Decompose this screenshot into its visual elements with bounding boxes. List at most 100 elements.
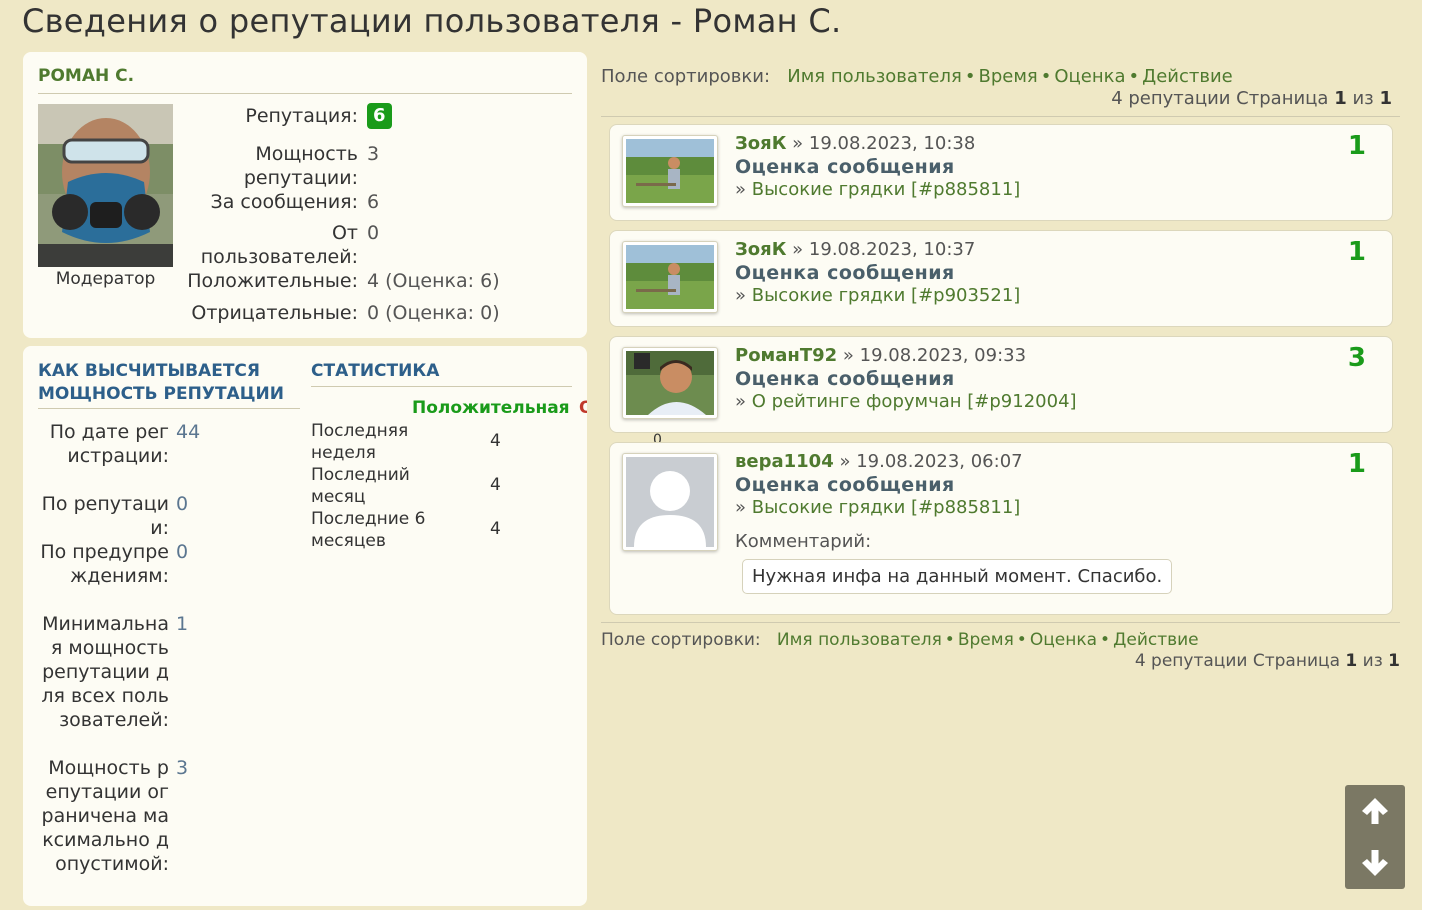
entry-topic-title: О рейтинге форумчан	[751, 391, 962, 412]
sort-separator: •	[1016, 630, 1027, 650]
scroll-down-button[interactable]	[1345, 837, 1405, 889]
entry-topic-title: Высокие грядки	[751, 179, 906, 200]
entry-topic-link[interactable]: Высокие грядки [#p885811]	[752, 497, 1021, 518]
profile-row-value: 0 (Оценка: 0)	[367, 302, 500, 324]
divider	[601, 622, 1400, 623]
topic-arrow: »	[735, 179, 747, 200]
comment-label: Комментарий:	[735, 531, 872, 552]
sort-label: Поле сортировки:	[601, 66, 771, 87]
scroll-up-button[interactable]	[1345, 785, 1405, 837]
entry-score: 3	[1347, 343, 1366, 373]
divider	[601, 116, 1400, 117]
reputation-entry: ЗояК » 19.08.2023, 10:38 Оценка сообщени…	[609, 124, 1393, 221]
entry-score: 1	[1347, 131, 1366, 161]
entry-score: 1	[1347, 237, 1366, 267]
sort-by-username[interactable]: Имя пользователя	[787, 66, 962, 87]
pager-count: 4 репутации Страница	[1111, 88, 1329, 109]
sort-separator: •	[1040, 66, 1052, 87]
entry-meta: ЗояК » 19.08.2023, 10:38	[735, 133, 975, 154]
entry-type: Оценка сообщения	[735, 156, 955, 178]
profile-username[interactable]: РОМАН С.	[38, 66, 134, 86]
stats-table-clip: Положительная Отрицательная	[23, 346, 587, 906]
stats-col-positive: Положительная	[412, 398, 570, 418]
stats-row-value: 4	[490, 475, 501, 495]
entry-post-id: [#p885811]	[911, 179, 1021, 200]
entry-topic-link[interactable]: Высокие грядки [#p903521]	[752, 285, 1021, 306]
profile-row-value: 3	[367, 143, 380, 165]
profile-row-label: Отрицательные:	[191, 302, 358, 324]
default-avatar-icon	[626, 457, 714, 547]
stats-row-value: 4	[490, 431, 501, 451]
field-photo-image	[626, 245, 714, 309]
entry-user-link[interactable]: ЗояК	[735, 133, 786, 154]
pager-total: 1	[1379, 88, 1392, 109]
entry-avatar[interactable]	[622, 135, 718, 207]
entry-user-link[interactable]: ЗояК	[735, 239, 786, 260]
topic-arrow: »	[735, 391, 747, 412]
entry-type: Оценка сообщения	[735, 368, 955, 390]
entry-topic-title: Высокие грядки	[751, 497, 906, 518]
sort-separator: •	[944, 630, 955, 650]
entry-date: 19.08.2023, 09:33	[859, 345, 1027, 366]
entry-arrow: »	[792, 133, 804, 154]
stats-row-label: Последние 6 месяцев	[311, 509, 426, 551]
reputation-details-panel: КАК ВЫСЧИТЫВАЕТСЯ МОЩНОСТЬ РЕПУТАЦИИ По …	[23, 346, 662, 906]
entry-post-id: [#p903521]	[911, 285, 1021, 306]
boy-photo-image	[626, 351, 714, 415]
entry-post-id: [#p885811]	[911, 497, 1021, 518]
pager-bottom: 4 репутации Страница 1 из 1	[1135, 651, 1400, 671]
stats-col-negative: Отрицательная	[579, 398, 587, 418]
entry-arrow: »	[839, 451, 851, 472]
page-title: Сведения о репутации пользователя - Рома…	[22, 2, 842, 40]
window-edge	[1422, 0, 1432, 910]
entry-avatar[interactable]	[622, 453, 718, 551]
user-avatar[interactable]	[38, 104, 173, 267]
entry-topic-link[interactable]: Высокие грядки [#p885811]	[752, 179, 1021, 200]
sort-by-action[interactable]: Действие	[1113, 630, 1199, 650]
pager-count: 4 репутации Страница	[1134, 651, 1340, 671]
sort-separator: •	[964, 66, 976, 87]
arrow-down-icon	[1362, 850, 1388, 876]
sort-separator: •	[1128, 66, 1140, 87]
entry-avatar[interactable]	[622, 241, 718, 313]
sort-by-time[interactable]: Время	[978, 66, 1037, 87]
page-background: Сведения о репутации пользователя - Рома…	[0, 0, 1422, 910]
sort-label: Поле сортировки:	[601, 630, 761, 650]
entry-topic-link[interactable]: О рейтинге форумчан [#p912004]	[752, 391, 1077, 412]
profile-row-value: 6	[367, 191, 380, 213]
profile-row-value: 4 (Оценка: 6)	[367, 270, 500, 292]
pager-of: из	[1362, 651, 1383, 671]
sort-by-action[interactable]: Действие	[1142, 66, 1233, 87]
sort-by-time[interactable]: Время	[958, 630, 1014, 650]
topic-arrow: »	[735, 497, 747, 518]
pager-total: 1	[1388, 651, 1400, 671]
stats-row-value: 4	[490, 519, 501, 539]
profile-row-label: За сообщения:	[210, 191, 358, 213]
sort-by-score[interactable]: Оценка	[1054, 66, 1125, 87]
entry-user-link[interactable]: РоманТ92	[735, 345, 837, 366]
sort-by-score[interactable]: Оценка	[1030, 630, 1097, 650]
divider	[38, 93, 572, 94]
sort-by-username[interactable]: Имя пользователя	[777, 630, 942, 650]
reputation-entry: РоманТ92 » 19.08.2023, 09:33 Оценка сооб…	[609, 336, 1393, 433]
entry-post-id: [#p912004]	[967, 391, 1077, 412]
profile-row-label: Мощность репутации:	[243, 143, 358, 189]
pager-current: 1	[1334, 88, 1347, 109]
entry-meta: вера1104 » 19.08.2023, 06:07	[735, 451, 1023, 472]
topic-arrow: »	[735, 285, 747, 306]
reputation-badge: 6	[367, 103, 392, 129]
entry-user-link[interactable]: вера1104	[735, 451, 834, 472]
entry-date: 19.08.2023, 06:07	[856, 451, 1023, 472]
user-role: Модератор	[55, 269, 156, 289]
avatar-image	[38, 104, 173, 267]
entry-topic: » О рейтинге форумчан [#p912004]	[735, 391, 1077, 412]
sort-separator: •	[1100, 630, 1111, 650]
entry-date: 19.08.2023, 10:38	[808, 133, 976, 154]
comment-box: Нужная инфа на данный момент. Спасибо.	[742, 559, 1173, 594]
profile-row-value: 0	[367, 222, 380, 244]
entry-avatar[interactable]	[622, 347, 718, 419]
entry-type: Оценка сообщения	[735, 262, 955, 284]
stats-row-label: Последний месяц	[311, 465, 410, 507]
arrow-up-icon	[1362, 798, 1388, 824]
entry-meta: ЗояК » 19.08.2023, 10:37	[735, 239, 975, 260]
